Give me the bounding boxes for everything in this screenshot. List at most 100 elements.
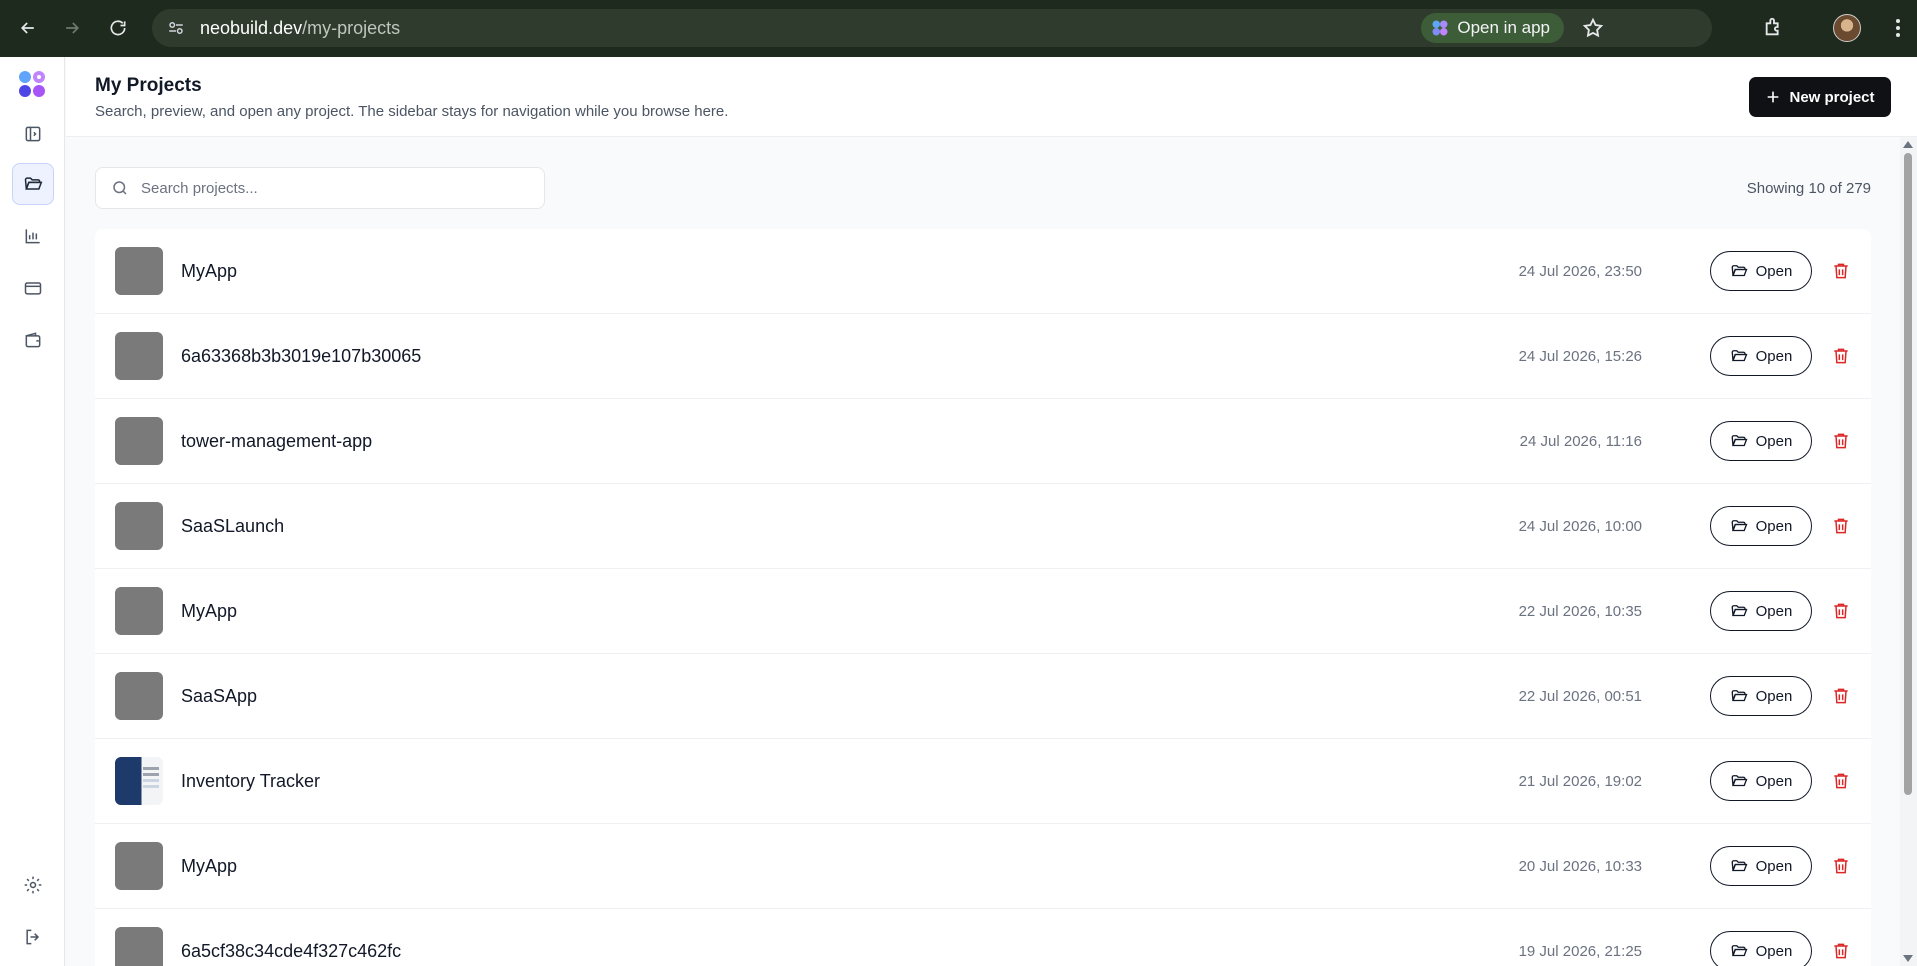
browser-toolbar: neobuild.dev/my-projects Open in app bbox=[0, 0, 1917, 57]
project-name: tower-management-app bbox=[181, 431, 373, 451]
open-project-button[interactable]: Open bbox=[1710, 336, 1812, 376]
forward-icon[interactable] bbox=[50, 6, 94, 50]
sidebar-item-analytics[interactable] bbox=[12, 215, 54, 257]
sidebar-item-wallet[interactable] bbox=[12, 319, 54, 361]
open-in-app-label: Open in app bbox=[1457, 18, 1550, 37]
app-logo-icon bbox=[1432, 20, 1448, 36]
project-name: SaaSLaunch bbox=[181, 516, 285, 536]
project-thumbnail bbox=[115, 672, 163, 720]
project-name: 6a63368b3b3019e107b30065 bbox=[181, 346, 422, 366]
open-project-button[interactable]: Open bbox=[1710, 846, 1812, 886]
scrollbar[interactable] bbox=[1900, 137, 1917, 966]
page-subtitle: Search, preview, and open any project. T… bbox=[95, 103, 729, 120]
new-project-button[interactable]: New project bbox=[1749, 77, 1891, 117]
project-thumbnail bbox=[115, 587, 163, 635]
search-input[interactable] bbox=[141, 179, 521, 197]
project-date: 19 Jul 2026, 21:25 bbox=[1518, 943, 1642, 960]
project-date: 24 Jul 2026, 23:50 bbox=[1518, 263, 1642, 280]
trash-icon[interactable] bbox=[1831, 941, 1851, 961]
open-project-button[interactable]: Open bbox=[1710, 676, 1812, 716]
project-date: 20 Jul 2026, 10:33 bbox=[1518, 858, 1642, 875]
project-row[interactable]: tower-management-app 24 Jul 2026, 11:16 … bbox=[95, 399, 1871, 484]
browser-menu-icon[interactable] bbox=[1895, 18, 1901, 38]
gear-icon bbox=[24, 876, 42, 894]
open-label: Open bbox=[1755, 602, 1793, 620]
url-host: neobuild.dev bbox=[200, 17, 303, 38]
project-thumbnail bbox=[115, 502, 163, 550]
open-project-button[interactable]: Open bbox=[1710, 506, 1812, 546]
project-date: 24 Jul 2026, 10:00 bbox=[1518, 518, 1642, 535]
site-info-icon[interactable] bbox=[162, 14, 190, 42]
open-project-button[interactable]: Open bbox=[1710, 421, 1812, 461]
open-in-app-button[interactable]: Open in app bbox=[1421, 13, 1564, 43]
toggle-sidebar-icon[interactable] bbox=[12, 113, 54, 155]
wallet-icon bbox=[25, 332, 41, 348]
open-project-button[interactable]: Open bbox=[1710, 251, 1812, 291]
project-list: MyApp 24 Jul 2026, 23:50 Open 6a63368b3b… bbox=[95, 229, 1871, 966]
folder-open-icon bbox=[1731, 775, 1748, 787]
project-row[interactable]: Inventory Tracker 21 Jul 2026, 19:02 Ope… bbox=[95, 739, 1871, 824]
url-path: /my-projects bbox=[302, 17, 401, 38]
trash-icon[interactable] bbox=[1831, 516, 1851, 536]
folder-open-icon bbox=[1731, 520, 1748, 532]
open-label: Open bbox=[1755, 347, 1793, 365]
sidebar-item-settings[interactable] bbox=[12, 864, 54, 906]
bookmark-star-icon[interactable] bbox=[1582, 17, 1604, 39]
sidebar-item-logout[interactable] bbox=[12, 916, 54, 958]
trash-icon[interactable] bbox=[1831, 686, 1851, 706]
scrollbar-thumb[interactable] bbox=[1904, 153, 1912, 795]
folder-open-icon bbox=[1731, 690, 1748, 702]
new-project-label: New project bbox=[1789, 88, 1875, 106]
reload-icon[interactable] bbox=[96, 6, 140, 50]
project-row[interactable]: MyApp 20 Jul 2026, 10:33 Open bbox=[95, 824, 1871, 909]
folder-open-icon bbox=[1731, 435, 1748, 447]
project-name: MyApp bbox=[181, 601, 238, 621]
open-project-button[interactable]: Open bbox=[1710, 591, 1812, 631]
trash-icon[interactable] bbox=[1831, 601, 1851, 621]
logout-icon bbox=[26, 929, 40, 945]
project-thumbnail bbox=[115, 247, 163, 295]
open-label: Open bbox=[1755, 857, 1793, 875]
project-row[interactable]: SaaSLaunch 24 Jul 2026, 10:00 Open bbox=[95, 484, 1871, 569]
project-date: 22 Jul 2026, 00:51 bbox=[1518, 688, 1642, 705]
trash-icon[interactable] bbox=[1831, 346, 1851, 366]
trash-icon[interactable] bbox=[1831, 771, 1851, 791]
extensions-icon[interactable] bbox=[1763, 16, 1785, 38]
folder-open-icon bbox=[1731, 265, 1748, 277]
open-label: Open bbox=[1755, 432, 1793, 450]
open-label: Open bbox=[1755, 687, 1793, 705]
scroll-up-arrow[interactable] bbox=[1903, 141, 1913, 148]
project-thumbnail bbox=[115, 842, 163, 890]
credit-card-icon bbox=[24, 282, 42, 295]
trash-icon[interactable] bbox=[1831, 261, 1851, 281]
scroll-down-arrow[interactable] bbox=[1903, 955, 1913, 962]
project-thumbnail bbox=[115, 757, 163, 805]
open-project-button[interactable]: Open bbox=[1710, 761, 1812, 801]
folder-open-icon bbox=[24, 177, 43, 190]
folder-open-icon bbox=[1731, 860, 1748, 872]
results-count: Showing 10 of 279 bbox=[1746, 180, 1871, 197]
project-name: MyApp bbox=[181, 261, 238, 281]
project-name: Inventory Tracker bbox=[181, 771, 321, 791]
project-row[interactable]: 6a5cf38c34cde4f327c462fc 19 Jul 2026, 21… bbox=[95, 909, 1871, 966]
project-row[interactable]: SaaSApp 22 Jul 2026, 00:51 Open bbox=[95, 654, 1871, 739]
project-date: 22 Jul 2026, 10:35 bbox=[1518, 603, 1642, 620]
search-field[interactable] bbox=[95, 167, 545, 209]
open-project-button[interactable]: Open bbox=[1710, 931, 1812, 966]
app-logo-icon[interactable] bbox=[17, 69, 47, 99]
profile-avatar[interactable] bbox=[1833, 14, 1861, 42]
project-row[interactable]: 6a63368b3b3019e107b30065 24 Jul 2026, 15… bbox=[95, 314, 1871, 399]
address-bar[interactable]: neobuild.dev/my-projects Open in app bbox=[152, 9, 1712, 47]
folder-open-icon bbox=[1731, 350, 1748, 362]
project-row[interactable]: MyApp 22 Jul 2026, 10:35 Open bbox=[95, 569, 1871, 654]
trash-icon[interactable] bbox=[1831, 856, 1851, 876]
bar-chart-icon bbox=[25, 229, 40, 244]
sidebar-item-billing[interactable] bbox=[12, 267, 54, 309]
project-name: 6a5cf38c34cde4f327c462fc bbox=[181, 941, 402, 961]
plus-icon bbox=[1768, 91, 1779, 103]
back-icon[interactable] bbox=[6, 6, 50, 50]
trash-icon[interactable] bbox=[1831, 431, 1851, 451]
project-date: 24 Jul 2026, 11:16 bbox=[1519, 433, 1642, 450]
sidebar-item-projects[interactable] bbox=[12, 163, 54, 205]
project-row[interactable]: MyApp 24 Jul 2026, 23:50 Open bbox=[95, 229, 1871, 314]
